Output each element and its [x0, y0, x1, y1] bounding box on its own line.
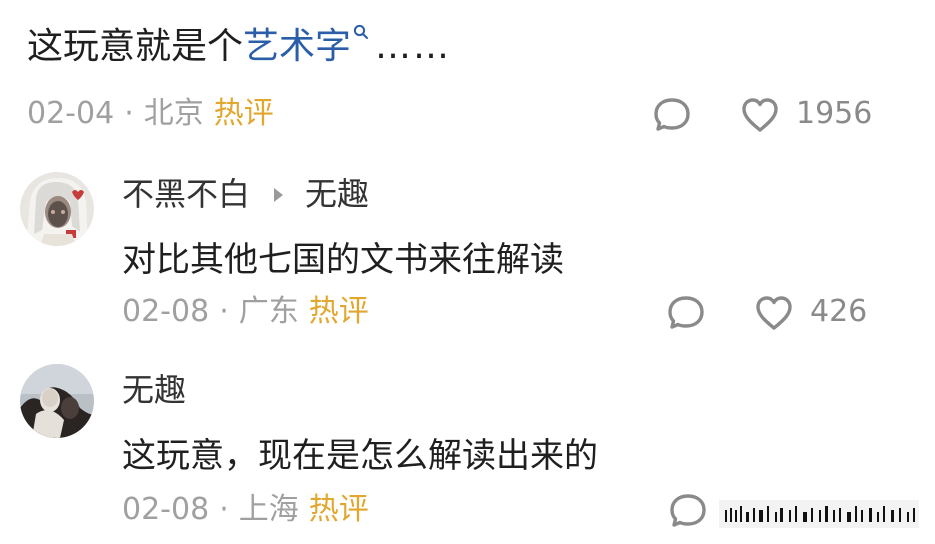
- watermark: [719, 496, 919, 532]
- top-comment-prefix: 这玩意就是个: [27, 26, 244, 67]
- comment-date: 02-08: [122, 294, 210, 329]
- keyword-link[interactable]: 艺术字: [243, 26, 351, 67]
- comment-location: 广东: [238, 294, 299, 329]
- like-button[interactable]: [754, 294, 794, 336]
- avatar[interactable]: [20, 364, 94, 438]
- like-count: 426: [810, 294, 868, 329]
- play-triangle-icon: [274, 188, 284, 202]
- comment-bubble-icon[interactable]: [652, 96, 692, 134]
- hot-badge: 热评: [308, 492, 369, 527]
- heart-icon[interactable]: [754, 294, 794, 332]
- reply-meta: 02-08 · 上海 热评: [122, 490, 369, 530]
- ellipsis: ……: [375, 26, 452, 67]
- author-name[interactable]: 不黑不白: [122, 175, 250, 213]
- reply-to-name[interactable]: 无趣: [305, 175, 369, 213]
- reply-header: 不黑不白 无趣: [122, 172, 369, 216]
- comment-location: 上海: [238, 492, 299, 527]
- comment-date: 02-08: [122, 492, 210, 527]
- comment-bubble-icon[interactable]: [668, 492, 708, 530]
- comment-location: 北京: [143, 96, 204, 131]
- like-button[interactable]: [740, 96, 780, 134]
- like-count: 1956: [796, 96, 873, 131]
- reply-meta: 02-08 · 广东 热评: [122, 292, 369, 332]
- search-icon[interactable]: [353, 4, 369, 54]
- comment-date: 02-04: [27, 96, 115, 131]
- meta-separator: ·: [219, 294, 229, 329]
- hot-badge: 热评: [308, 294, 369, 329]
- avatar[interactable]: [20, 172, 94, 246]
- reply-text: 对比其他七国的文书来往解读: [122, 240, 564, 280]
- top-comment-meta: 02-04 · 北京 热评: [27, 94, 274, 134]
- meta-separator: ·: [219, 492, 229, 527]
- hot-badge: 热评: [213, 96, 274, 131]
- reply-text: 这玩意，现在是怎么解读出来的: [122, 436, 598, 476]
- meta-separator: ·: [124, 96, 134, 131]
- author-name[interactable]: 无趣: [122, 368, 186, 412]
- top-comment-text: 这玩意就是个艺术字 ……: [27, 22, 451, 72]
- heart-icon[interactable]: [740, 96, 780, 134]
- comment-bubble-icon[interactable]: [666, 294, 706, 332]
